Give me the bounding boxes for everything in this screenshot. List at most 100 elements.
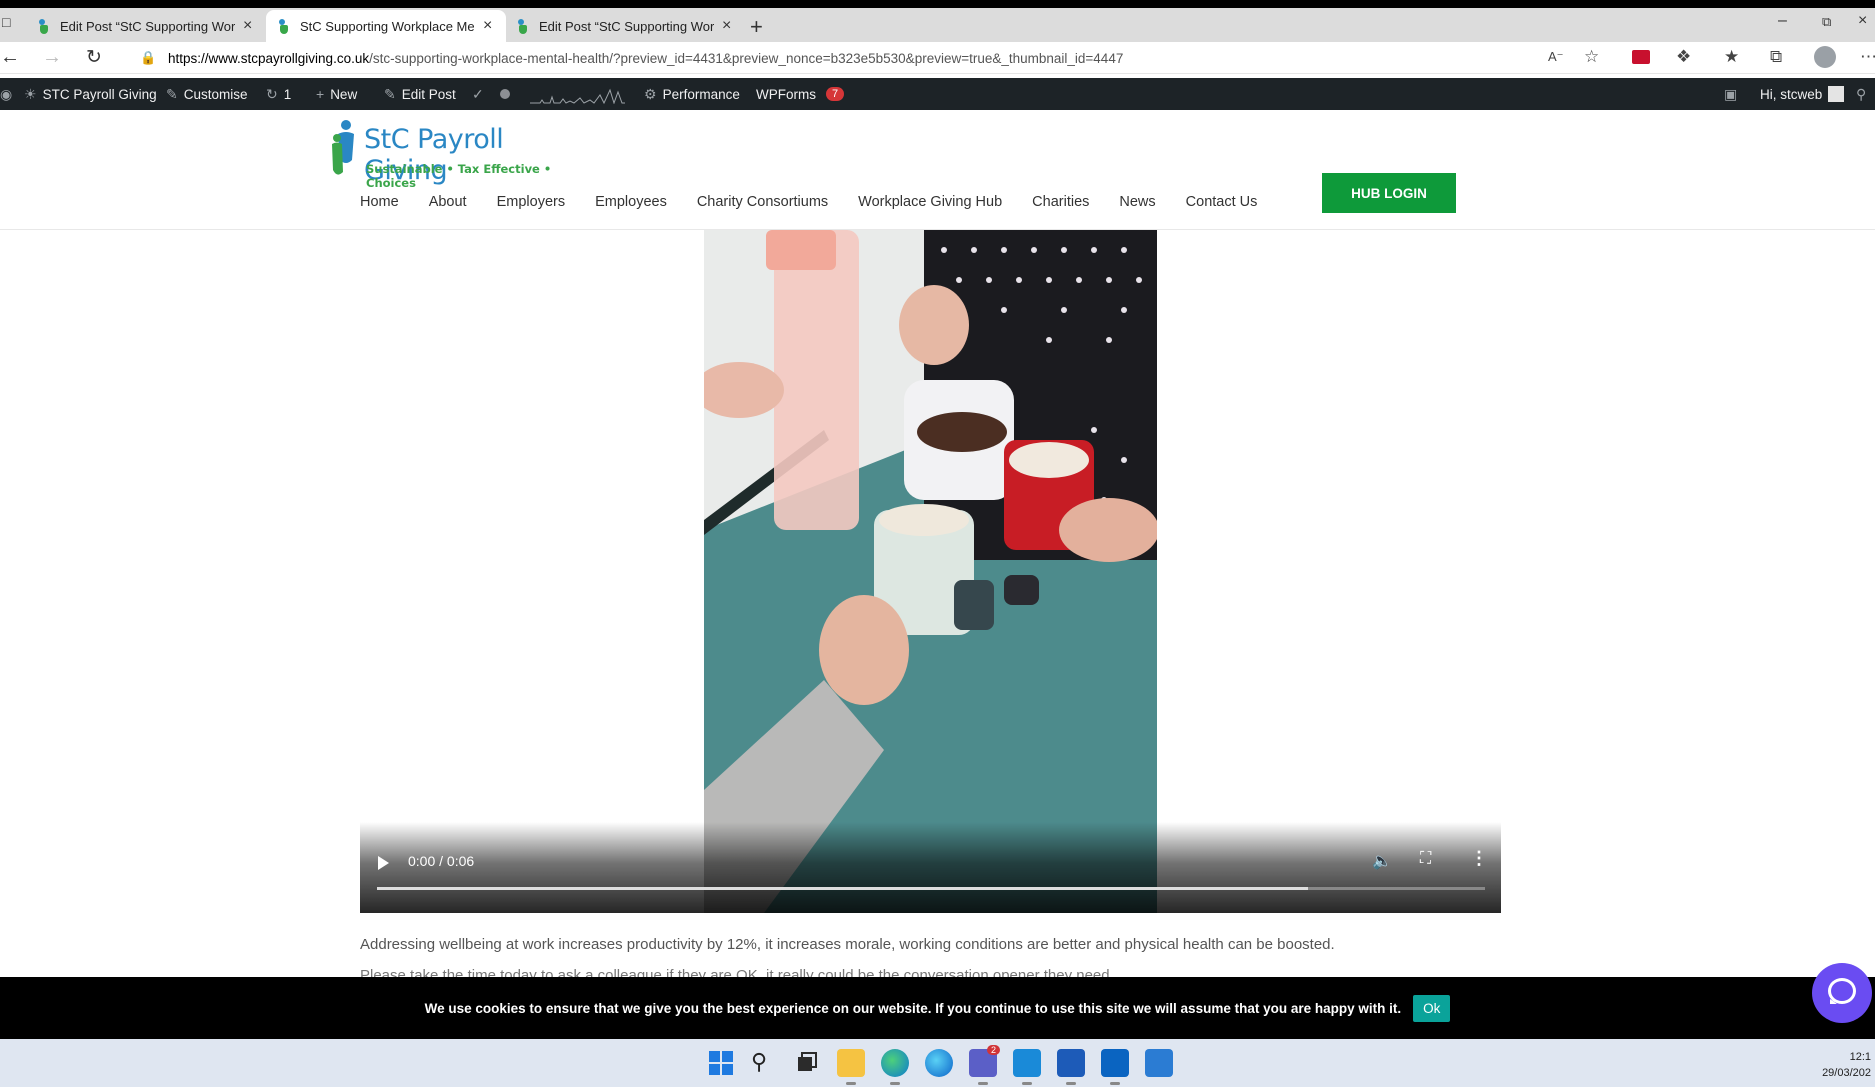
- video-time: 0:00 / 0:06: [408, 853, 475, 869]
- new-link[interactable]: + New: [316, 78, 357, 110]
- close-tab-icon[interactable]: ×: [243, 17, 252, 35]
- updates-link[interactable]: ↻ 1: [266, 78, 291, 110]
- main-navigation: Home About Employers Employees Charity C…: [360, 182, 1287, 222]
- add-favorite-icon[interactable]: ☆: [1584, 47, 1599, 67]
- hub-login-button[interactable]: HUB LOGIN: [1322, 173, 1456, 213]
- back-icon[interactable]: ←: [0, 46, 20, 69]
- nav-charities[interactable]: Charities: [1032, 194, 1089, 210]
- more-menu-icon[interactable]: ⋯: [1860, 47, 1875, 67]
- nav-contact-us[interactable]: Contact Us: [1186, 194, 1258, 210]
- outlook-icon[interactable]: [1101, 1049, 1129, 1085]
- read-aloud-icon[interactable]: A⁻: [1548, 49, 1564, 65]
- lock-icon: 🔒: [140, 50, 157, 65]
- customise-link[interactable]: ✎ Customise: [166, 78, 248, 110]
- video-progress-bar[interactable]: [377, 887, 1485, 890]
- admin-site-link[interactable]: ☀ STC Payroll Giving: [24, 78, 157, 110]
- window-close-icon[interactable]: ×: [1858, 12, 1867, 30]
- close-tab-icon[interactable]: ×: [483, 17, 492, 35]
- extensions-icon[interactable]: ❖: [1676, 47, 1691, 67]
- tab-title: Edit Post “StC Supporting Workp: [60, 18, 235, 34]
- video-buffered-fill: [377, 887, 1308, 890]
- customise-label: Customise: [183, 86, 248, 102]
- nav-employees[interactable]: Employees: [595, 194, 667, 210]
- wp-admin-bar: ◉ ☀ STC Payroll Giving ✎ Customise ↻ 1 +…: [0, 78, 1875, 110]
- video-player[interactable]: 0:00 / 0:06 🔈 ⛶ ⋮: [360, 230, 1501, 913]
- site-logo[interactable]: StC Payroll Giving Sustainable • Tax Eff…: [330, 118, 570, 190]
- teams-badge: 2: [987, 1045, 1001, 1055]
- performance-icon: ⚙: [644, 85, 657, 102]
- tab-edit-post-2[interactable]: Edit Post “StC Supporting Workp ×: [505, 10, 745, 42]
- word-icon[interactable]: [1057, 1049, 1085, 1085]
- nav-charity-consortiums[interactable]: Charity Consortiums: [697, 194, 828, 210]
- wpforms-label: WPForms: [756, 86, 816, 102]
- vscode-icon[interactable]: [1013, 1049, 1041, 1085]
- edit-post-label: Edit Post: [401, 86, 456, 102]
- brush-icon: ✎: [166, 85, 178, 102]
- forward-icon[interactable]: →: [42, 46, 62, 69]
- close-tab-icon[interactable]: ×: [722, 17, 731, 35]
- site-favicon-icon: [36, 18, 52, 34]
- site-favicon-icon: [276, 18, 292, 34]
- admin-site-label: STC Payroll Giving: [42, 86, 157, 102]
- search-icon[interactable]: ⚲: [751, 1049, 779, 1077]
- traffic-sparkline[interactable]: [530, 86, 625, 104]
- nav-workplace-giving-hub[interactable]: Workplace Giving Hub: [858, 194, 1002, 210]
- tab-actions-icon[interactable]: □: [2, 14, 10, 30]
- tab-preview[interactable]: StC Supporting Workplace Ment ×: [266, 10, 506, 42]
- minimize-icon[interactable]: –: [1778, 12, 1787, 30]
- photos-icon[interactable]: [1145, 1049, 1173, 1077]
- address-bar-row: ← → ↻ 🔒 https://www.stcpayrollgiving.co.…: [0, 42, 1875, 74]
- url-path: /stc-supporting-workplace-mental-health/…: [369, 50, 1124, 66]
- profile-avatar-icon[interactable]: [1814, 46, 1836, 68]
- seo-status-dot-icon: [500, 78, 510, 110]
- yoast-icon[interactable]: ✓: [472, 78, 484, 110]
- nav-about[interactable]: About: [429, 194, 467, 210]
- comments-icon[interactable]: ▣: [1724, 78, 1737, 110]
- wpforms-link[interactable]: WPForms 7: [756, 78, 845, 110]
- tab-edit-post-1[interactable]: Edit Post “StC Supporting Workp ×: [26, 10, 266, 42]
- video-frame[interactable]: [704, 230, 1157, 913]
- performance-link[interactable]: ⚙ Performance: [644, 78, 740, 110]
- fullscreen-icon[interactable]: ⛶: [1420, 850, 1431, 868]
- cookie-ok-button[interactable]: Ok: [1413, 994, 1451, 1022]
- windows-taskbar: ⚲ 2 12:1 29/03/202: [0, 1039, 1875, 1087]
- new-tab-icon[interactable]: +: [750, 14, 763, 40]
- chat-bubble-tail: [1830, 999, 1837, 1004]
- browser-tab-strip: □ Edit Post “StC Supporting Workp × StC …: [0, 0, 1875, 42]
- nav-home[interactable]: Home: [360, 194, 399, 210]
- tab-title: Edit Post “StC Supporting Workp: [539, 18, 714, 34]
- system-clock[interactable]: 12:1 29/03/202: [1822, 1049, 1871, 1081]
- pencil-icon: ✎: [384, 85, 396, 102]
- nav-news[interactable]: News: [1119, 194, 1155, 210]
- teams-icon[interactable]: 2: [969, 1045, 1001, 1085]
- video-more-icon[interactable]: ⋮: [1470, 848, 1488, 869]
- nav-employers[interactable]: Employers: [497, 194, 566, 210]
- chat-launcher-button[interactable]: [1812, 963, 1872, 1023]
- favorites-icon[interactable]: ★: [1724, 47, 1739, 67]
- cookie-message: We use cookies to ensure that we give yo…: [424, 1000, 1402, 1016]
- start-icon[interactable]: [707, 1049, 735, 1077]
- clock-time: 12:1: [1849, 1051, 1871, 1063]
- edge-beta-icon[interactable]: [925, 1049, 953, 1077]
- url-field[interactable]: 🔒 https://www.stcpayrollgiving.co.uk/stc…: [128, 45, 1538, 71]
- edit-post-link[interactable]: ✎ Edit Post: [384, 78, 456, 110]
- account-link[interactable]: Hi, stcweb: [1760, 78, 1845, 110]
- wpforms-count-badge: 7: [826, 87, 845, 101]
- restore-icon[interactable]: ⧉: [1822, 14, 1831, 30]
- file-explorer-icon[interactable]: [837, 1049, 865, 1085]
- edge-browser-icon[interactable]: [881, 1049, 909, 1085]
- tab-title: StC Supporting Workplace Ment: [300, 18, 475, 34]
- logo-figures-icon: [332, 120, 354, 175]
- play-icon[interactable]: [378, 856, 389, 870]
- admin-search-icon[interactable]: ⚲: [1856, 78, 1866, 110]
- video-controls: 0:00 / 0:06 🔈 ⛶ ⋮: [360, 822, 1501, 913]
- reload-icon[interactable]: ↻: [86, 46, 102, 69]
- volume-icon[interactable]: 🔈: [1372, 851, 1392, 871]
- extension-red-icon[interactable]: [1632, 50, 1650, 64]
- wp-logo-icon[interactable]: ◉: [0, 78, 12, 110]
- collections-icon[interactable]: ⧉: [1770, 47, 1782, 67]
- task-view-icon[interactable]: [793, 1049, 821, 1077]
- site-favicon-icon: [515, 18, 531, 34]
- plus-icon: +: [316, 86, 325, 102]
- site-header: StC Payroll Giving Sustainable • Tax Eff…: [0, 110, 1875, 230]
